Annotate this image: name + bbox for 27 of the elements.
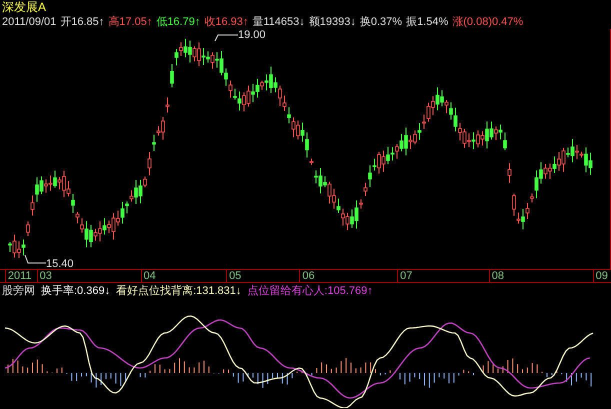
- month-label: 06: [299, 270, 315, 282]
- indicator-value: 看好点位找背离:131.831↓: [116, 284, 242, 298]
- indicator-value: 点位留给有心人:105.769↑: [247, 284, 373, 298]
- quote-field: 收16.93↑: [204, 14, 248, 28]
- quote-field: 低16.79↑: [156, 14, 200, 28]
- security-name: 深发展A: [2, 0, 46, 14]
- quote-field: 振1.54%: [406, 14, 448, 28]
- leader-line: [214, 32, 238, 42]
- leader-line: [24, 254, 46, 266]
- indicator-title: 股旁网: [2, 284, 35, 298]
- month-label: 05: [226, 270, 242, 282]
- high-price-marker: 19.00: [238, 29, 266, 42]
- quote-field: 量114653↓: [252, 14, 305, 28]
- quote-field: 涨(0.08)0.47%: [452, 14, 524, 28]
- month-label: 03: [36, 270, 52, 282]
- quote-field: 高17.05↑: [108, 14, 152, 28]
- low-price-marker: 15.40: [46, 258, 74, 271]
- quote-field: 开16.85↑: [60, 14, 104, 28]
- month-label: 2011: [4, 270, 32, 282]
- quote-date: 2011/09/01: [2, 14, 56, 28]
- month-label: 04: [140, 270, 156, 282]
- month-label: 09: [592, 270, 608, 282]
- month-label: 08: [488, 270, 504, 282]
- month-label: 07: [397, 270, 412, 282]
- quote-field: 额19393↓: [308, 14, 356, 28]
- quote-field: 换0.37%: [360, 14, 402, 28]
- indicator-value: 换手率:0.369↓: [41, 284, 110, 298]
